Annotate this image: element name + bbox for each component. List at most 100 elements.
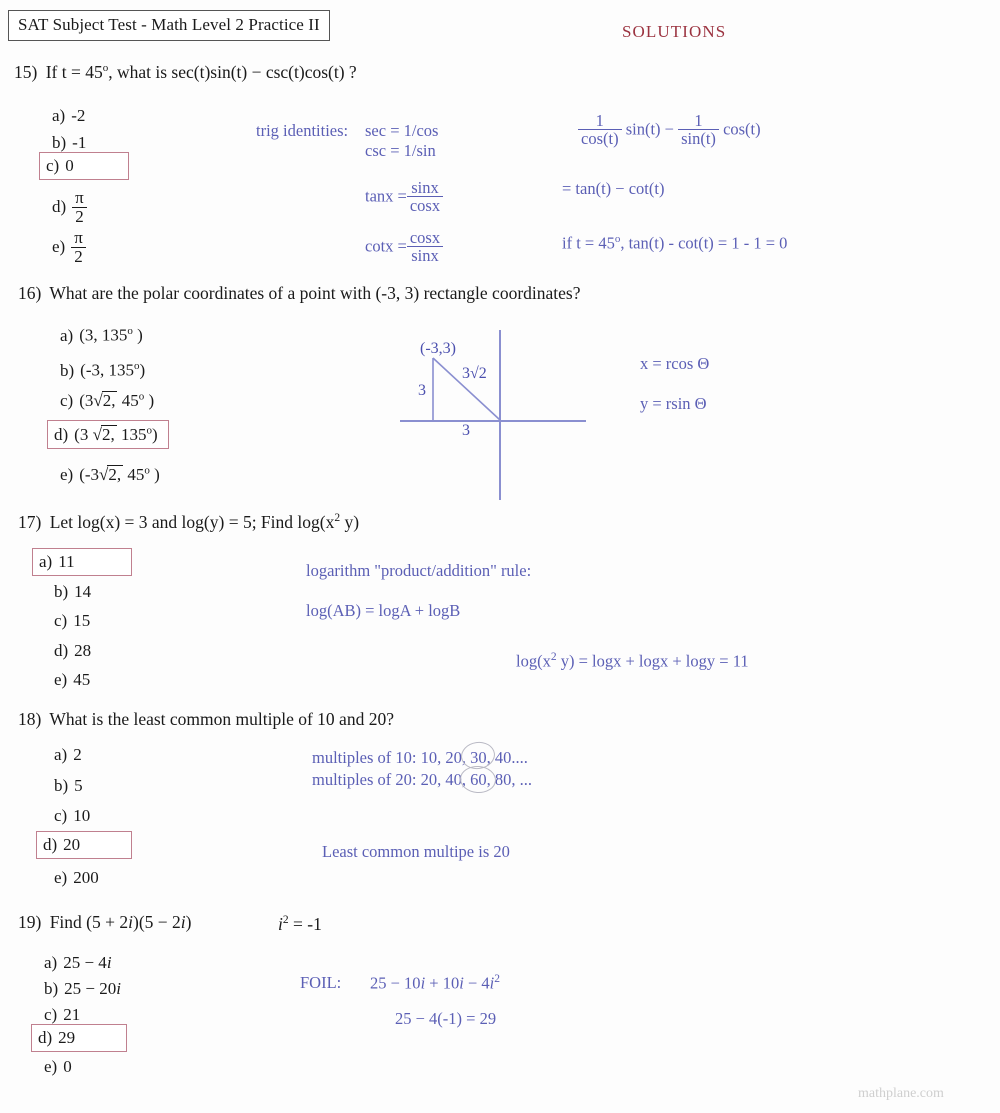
choice-text: (3 [74, 425, 93, 444]
calc-pre: log(x [516, 651, 551, 671]
expansion-mid-1: sin(t) − [625, 119, 674, 139]
expansion-mid-2: cos(t) [723, 119, 761, 139]
choice-text: (-3 [79, 465, 100, 484]
fraction-pi-over-2: π2 [72, 189, 87, 226]
choice-15-b[interactable]: b) -1 [48, 132, 90, 153]
choice-16-c[interactable]: c) (3√2, 45o ) [56, 389, 158, 411]
q15-evaluation: if t = 45o, tan(t) - cot(t) = 1 - 1 = 0 [562, 232, 787, 255]
choice-15-c-selected[interactable]: c) 0 [39, 152, 129, 180]
choice-16-a[interactable]: a) (3, 135o ) [56, 324, 147, 346]
question-19-prompt: 19) Find (5 + 2i)(5 − 2i) [18, 912, 191, 933]
choice-17-a-selected[interactable]: a) 11 [32, 548, 132, 576]
radical-argument: 2, [107, 465, 124, 484]
choice-label: e) [60, 465, 74, 484]
choice-label: a) [44, 953, 58, 972]
choice-18-c[interactable]: c) 10 [50, 805, 94, 826]
question-15-prompt: 15) If t = 45o, what is sec(t)sin(t) − c… [14, 62, 357, 83]
calc-post: y) = logx + logx + logy = 11 [556, 651, 749, 671]
question-16-prompt-text: What are the polar coordinates of a poin… [49, 283, 581, 303]
choice-label: a) [54, 745, 68, 764]
choice-17-e[interactable]: e) 45 [50, 669, 94, 690]
q15-identities-label: trig identities: [256, 121, 349, 140]
choice-label: d) [54, 425, 69, 444]
choice-label: b) [52, 133, 67, 152]
choice-post: 45 [117, 391, 139, 410]
choice-tail: ) [132, 325, 143, 345]
choice-tail: ) [144, 391, 155, 410]
q15-tan-identity: tanx = sinx cosx [365, 178, 444, 216]
hypotenuse-label: 3√2 [462, 365, 487, 382]
fraction-cosx-over-sinx: cosx sinx [406, 228, 444, 265]
question-19-prompt-text: Find (5 + 2 [49, 912, 129, 932]
choice-16-b[interactable]: b) (-3, 135o) [56, 359, 149, 381]
choice-label: a) [39, 552, 53, 571]
choice-text: 25 − 4 [63, 953, 107, 972]
fraction-denominator: cosx [406, 196, 444, 215]
choice-text: 15 [73, 611, 91, 630]
choice-label: c) [44, 1005, 58, 1024]
fraction-sinx-over-cosx: sinx cosx [406, 178, 444, 215]
q15-simplified: = tan(t) − cot(t) [562, 179, 665, 198]
choice-post: 135 [116, 425, 147, 444]
fraction-denominator: cos(t) [578, 129, 622, 148]
choice-17-b[interactable]: b) 14 [50, 581, 95, 602]
choice-15-a[interactable]: a) -2 [48, 105, 89, 126]
choice-text: 11 [58, 552, 75, 571]
solutions-label: SOLUTIONS [622, 22, 727, 41]
question-18-prompt: 18) What is the least common multiple of… [18, 709, 394, 730]
worksheet-page: SAT Subject Test - Math Level 2 Practice… [0, 0, 1000, 1113]
fraction-numerator: sinx [411, 178, 439, 197]
choice-19-b[interactable]: b) 25 − 20i [40, 978, 125, 999]
radical-argument: 2, [100, 425, 117, 444]
choice-label: e) [44, 1057, 58, 1076]
imaginary-unit: i [116, 979, 121, 998]
choice-text: 29 [58, 1028, 76, 1047]
choice-18-d-selected[interactable]: d) 20 [36, 831, 132, 859]
question-17-number: 17) [18, 512, 42, 532]
choice-15-d[interactable]: d) π 2 [48, 188, 91, 229]
choice-17-c[interactable]: c) 15 [50, 610, 94, 631]
question-17-prompt: 17) Let log(x) = 3 and log(y) = 5; Find … [18, 512, 359, 533]
fraction-pi-over-2: π2 [71, 229, 86, 266]
site-credit: mathplane.com [858, 1086, 944, 1101]
cot-lhs: cotx = [365, 236, 407, 256]
choice-label: d) [38, 1028, 53, 1047]
choice-15-e[interactable]: e) π 2 [48, 228, 90, 269]
question-18-prompt-text: What is the least common multiple of 10 … [49, 709, 394, 729]
q19-foil-result: 25 − 4(-1) = 29 [395, 1009, 497, 1028]
q15-sec-identity: sec = 1/cos [365, 121, 439, 140]
choice-18-a[interactable]: a) 2 [50, 744, 86, 765]
question-19-prompt-tail: ) [185, 912, 192, 932]
choice-18-b[interactable]: b) 5 [50, 775, 87, 796]
question-15-number: 15) [14, 62, 38, 82]
choice-label: a) [60, 325, 74, 345]
choice-17-d[interactable]: d) 28 [50, 640, 95, 661]
choice-label: b) [54, 582, 69, 601]
choice-19-e[interactable]: e) 0 [40, 1056, 76, 1077]
choice-16-d-selected[interactable]: d) (3 √2, 135o) [47, 420, 169, 449]
horizontal-leg-label: 3 [462, 422, 470, 439]
q16-x-formula: x = rcos Θ [640, 354, 710, 373]
choice-text: -1 [72, 133, 87, 152]
q17-rule-title: logarithm "product/addition" rule: [306, 561, 532, 580]
fraction-denominator: 2 [71, 246, 86, 266]
choice-19-d-selected[interactable]: d) 29 [31, 1024, 127, 1052]
choice-label: b) [60, 360, 75, 380]
choice-text: 20 [63, 835, 81, 854]
q19-foil-expansion: 25 − 10i + 10i − 4i2 [370, 972, 500, 995]
question-16-number: 16) [18, 283, 42, 303]
choice-post: 45 [123, 465, 145, 484]
question-15-prompt-tail: , what is sec(t)sin(t) − csc(t)cos(t) ? [108, 62, 357, 82]
choice-16-e[interactable]: e) (-3√2, 45o ) [56, 463, 164, 485]
choice-19-a[interactable]: a) 25 − 4i [40, 952, 116, 973]
fraction-numerator: cosx [409, 228, 441, 247]
choice-label: b) [44, 979, 59, 998]
choice-text: 10 [73, 806, 91, 825]
choice-19-c[interactable]: c) 21 [40, 1004, 84, 1025]
fraction-denominator: sinx [406, 246, 444, 265]
fraction-numerator: 1 [694, 111, 703, 130]
choice-label: d) [43, 835, 58, 854]
imaginary-unit: i [106, 953, 112, 972]
choice-18-e[interactable]: e) 200 [50, 867, 103, 888]
q16-coordinate-diagram: (-3,3) 3 3 3√2 [400, 330, 610, 500]
